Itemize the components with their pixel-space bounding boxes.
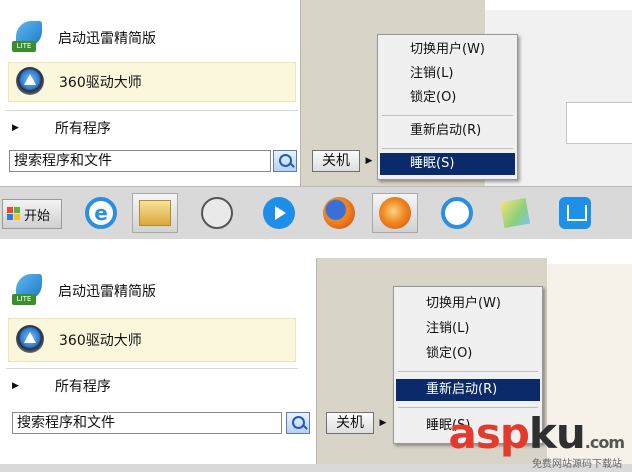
sticky-notes-icon[interactable] <box>492 193 538 233</box>
search-button[interactable] <box>273 150 297 172</box>
shutdown-button[interactable]: 关机 <box>312 150 360 172</box>
menu-item-log-off[interactable]: 注销(L) <box>396 318 540 340</box>
menu-item-restart[interactable]: 重新启动(R) <box>380 120 515 142</box>
menu-item-sleep[interactable]: 睡眠(S) <box>380 153 515 175</box>
program-item-driver-master[interactable]: 360驱动大师 <box>8 318 296 362</box>
menu-item-lock[interactable]: 锁定(O) <box>380 87 515 109</box>
all-programs-item[interactable]: ▶ 所有程序 <box>12 376 111 396</box>
driver-master-icon <box>13 65 47 99</box>
start-label: 开始 <box>24 208 51 224</box>
program-label: 启动迅雷精简版 <box>58 31 156 47</box>
shutdown-options-arrow-icon[interactable]: ▶ <box>377 412 389 434</box>
taskbar: 开始 e <box>0 186 632 239</box>
media-player-icon[interactable] <box>256 193 302 233</box>
background-window <box>566 102 632 144</box>
shutdown-options-arrow-icon[interactable]: ▶ <box>363 150 375 172</box>
program-label: 启动迅雷精简版 <box>58 284 156 300</box>
thunder-lite-icon: LITE <box>12 274 46 308</box>
driver-master-icon <box>13 323 47 357</box>
program-item-thunder[interactable]: LITE 启动迅雷精简版 <box>8 272 296 310</box>
windows-flag-icon <box>7 207 21 221</box>
start-menu-screenshot-bottom: LITE 启动迅雷精简版 360驱动大师 ▶ 所有程序 搜索程序和文件 关机 ▶… <box>0 258 632 472</box>
divider <box>6 368 298 369</box>
start-menu-screenshot-top: LITE 启动迅雷精简版 360驱动大师 ▶ 所有程序 搜索程序和文件 关机 ▶… <box>0 0 632 243</box>
shutdown-button[interactable]: 关机 <box>326 412 374 434</box>
media-reel-icon[interactable] <box>194 193 240 233</box>
program-item-thunder[interactable]: LITE 启动迅雷精简版 <box>8 19 296 57</box>
start-button[interactable]: 开始 <box>2 199 62 229</box>
menu-item-log-off[interactable]: 注销(L) <box>380 63 515 85</box>
thunder-icon[interactable] <box>372 193 418 233</box>
firefox-icon[interactable] <box>316 193 362 233</box>
program-label: 360驱动大师 <box>59 75 142 91</box>
all-programs-label: 所有程序 <box>54 379 111 395</box>
thunder-lite-icon: LITE <box>12 21 46 55</box>
menu-separator <box>398 407 538 408</box>
search-input[interactable]: 搜索程序和文件 <box>12 412 282 434</box>
menu-item-switch-user[interactable]: 切换用户(W) <box>380 39 515 61</box>
search-button[interactable] <box>286 412 310 434</box>
menu-separator <box>382 148 513 149</box>
logo-subtitle: 免费网站源码下载站 <box>532 459 622 470</box>
program-label: 360驱动大师 <box>59 333 142 349</box>
divider <box>6 110 298 111</box>
all-programs-item[interactable]: ▶ 所有程序 <box>12 118 111 138</box>
search-input[interactable]: 搜索程序和文件 <box>9 150 271 172</box>
power-context-menu: 切换用户(W) 注销(L) 锁定(O) 重新启动(R) 睡眠(S) <box>377 34 518 180</box>
triangle-right-icon: ▶ <box>12 123 19 133</box>
menu-separator <box>398 371 538 372</box>
explorer-folder-icon[interactable] <box>132 193 178 233</box>
ie-icon[interactable]: e <box>78 193 124 233</box>
menu-item-switch-user[interactable]: 切换用户(W) <box>396 293 540 315</box>
aspku-logo: aspku.com <box>448 409 625 458</box>
program-item-driver-master[interactable]: 360驱动大师 <box>8 62 296 102</box>
menu-item-lock[interactable]: 锁定(O) <box>396 343 540 365</box>
download-manager-icon[interactable] <box>552 193 598 233</box>
menu-item-restart[interactable]: 重新启动(R) <box>396 379 540 401</box>
all-programs-label: 所有程序 <box>54 121 111 137</box>
cloud-drive-icon[interactable] <box>434 193 480 233</box>
triangle-right-icon: ▶ <box>12 381 19 391</box>
menu-separator <box>382 115 513 116</box>
